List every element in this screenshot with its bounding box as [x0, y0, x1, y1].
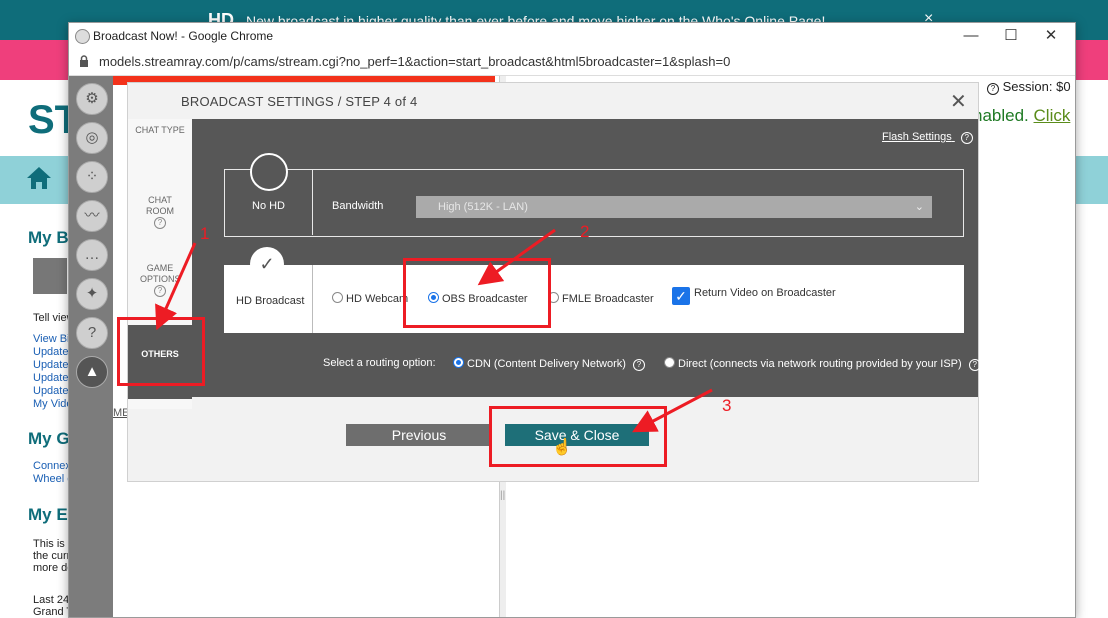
arrow-icon: [632, 388, 713, 433]
arrow-icon: [155, 242, 197, 331]
arrow-icon: [477, 228, 556, 286]
annotation-arrows: [155, 228, 713, 433]
